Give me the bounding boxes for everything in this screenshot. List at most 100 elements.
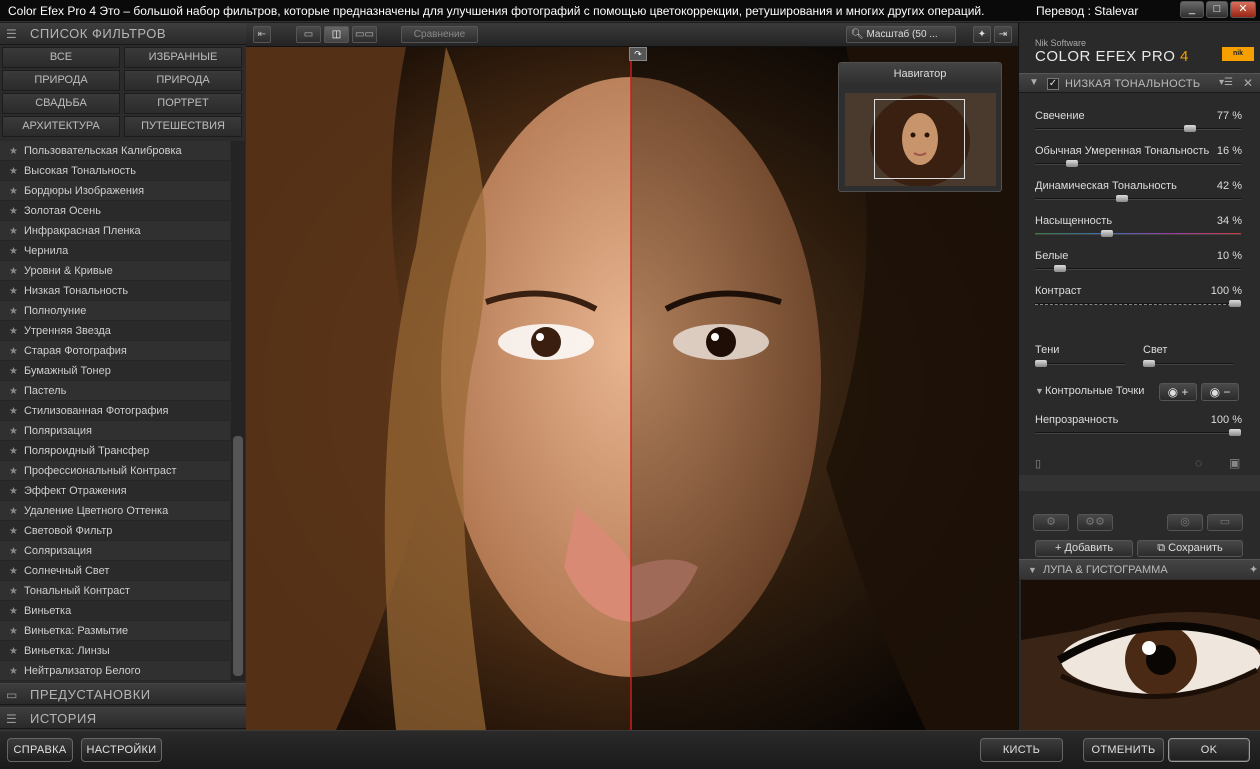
filter-item[interactable]: ★ Поляроидный Трансфер	[0, 441, 230, 461]
favorite-star-icon[interactable]: ★	[9, 366, 18, 377]
filter-item[interactable]: ★ Виньетка	[0, 601, 230, 621]
presets-header[interactable]: ▭ ПРЕДУСТАНОВКИ	[0, 683, 246, 705]
split-view-icon[interactable]: ◫	[324, 26, 349, 43]
favorite-star-icon[interactable]: ★	[9, 446, 18, 457]
save-preset-button[interactable]: ⧉ Сохранить	[1137, 540, 1243, 557]
slider-knob[interactable]	[1229, 300, 1241, 307]
slider-knob[interactable]	[1101, 230, 1113, 237]
favorite-star-icon[interactable]: ★	[9, 406, 18, 417]
mask-icon[interactable]: ▣	[1229, 456, 1240, 470]
favorite-star-icon[interactable]: ★	[9, 286, 18, 297]
control-points-collapse-icon[interactable]: ▼	[1035, 386, 1044, 396]
favorite-star-icon[interactable]: ★	[9, 386, 18, 397]
recipe-icon[interactable]: ◎	[1167, 514, 1203, 531]
collapse-icon[interactable]: ▼	[1029, 77, 1039, 88]
close-button[interactable]: ✕	[1230, 1, 1256, 18]
category-wedding[interactable]: СВАДЬБА	[2, 93, 120, 114]
settings-button[interactable]: НАСТРОЙКИ	[81, 738, 162, 762]
loupe-histogram-header[interactable]: ▼ ЛУПА & ГИСТОГРАММА ✦	[1019, 559, 1260, 579]
favorite-star-icon[interactable]: ★	[9, 586, 18, 597]
favorite-star-icon[interactable]: ★	[9, 626, 18, 637]
filter-item[interactable]: ★ Чернила	[0, 241, 230, 261]
filter-item[interactable]: ★ Солнечный Свет	[0, 561, 230, 581]
filter-list-header[interactable]: ☰ СПИСОК ФИЛЬТРОВ	[0, 23, 246, 45]
favorite-star-icon[interactable]: ★	[9, 266, 18, 277]
single-view-icon[interactable]: ▭	[296, 26, 321, 43]
filter-item[interactable]: ★ Золотая Осень	[0, 201, 230, 221]
slider-knob[interactable]	[1184, 125, 1196, 132]
slider-track[interactable]	[1035, 300, 1241, 307]
slider-track[interactable]	[1035, 125, 1241, 132]
slider-track[interactable]	[1035, 160, 1241, 167]
favorite-star-icon[interactable]: ★	[9, 326, 18, 337]
filter-item[interactable]: ★ Соляризация	[0, 541, 230, 561]
filter-item[interactable]: ★ Утренняя Звезда	[0, 321, 230, 341]
history-header[interactable]: ☰ ИСТОРИЯ	[0, 707, 246, 729]
ok-button[interactable]: OK	[1168, 738, 1250, 762]
stack-duplicate-icon[interactable]: ⚙⚙	[1077, 514, 1113, 531]
opacity-slider[interactable]	[1035, 429, 1241, 436]
slider-knob[interactable]	[1054, 265, 1066, 272]
favorite-star-icon[interactable]: ★	[9, 226, 18, 237]
filter-item[interactable]: ★ Низкая Тональность	[0, 281, 230, 301]
slider-knob[interactable]	[1116, 195, 1128, 202]
filter-item[interactable]: ★ Полнолуние	[0, 301, 230, 321]
filter-item[interactable]: ★ Виньетка: Размытие	[0, 621, 230, 641]
category-nature-2[interactable]: ПРИРОДА	[124, 70, 242, 91]
zoom-dropdown[interactable]: 🔍︎ Масштаб (50 ...	[846, 26, 956, 43]
add-filter-button[interactable]: + Добавить	[1035, 540, 1133, 557]
category-travel[interactable]: ПУТЕШЕСТВИЯ	[124, 116, 242, 137]
category-favorites[interactable]: ИЗБРАННЫЕ	[124, 47, 242, 68]
help-button[interactable]: СПРАВКА	[7, 738, 73, 762]
favorite-star-icon[interactable]: ★	[9, 166, 18, 177]
favorite-star-icon[interactable]: ★	[9, 506, 18, 517]
filter-item[interactable]: ★ Виньетка: Линзы	[0, 641, 230, 661]
filter-item[interactable]: ★ Бумажный Тонер	[0, 361, 230, 381]
add-control-point-icon[interactable]: ◉ +	[1159, 383, 1197, 401]
filter-list-scrollbar[interactable]	[231, 141, 245, 681]
slider-knob[interactable]	[1066, 160, 1078, 167]
favorite-star-icon[interactable]: ★	[9, 246, 18, 257]
favorite-star-icon[interactable]: ★	[9, 186, 18, 197]
slider-track[interactable]	[1035, 265, 1241, 272]
slider-track[interactable]	[1035, 195, 1241, 202]
opacity-knob[interactable]	[1229, 429, 1241, 436]
category-all[interactable]: ВСЕ	[2, 47, 120, 68]
minimize-button[interactable]: _	[1180, 1, 1204, 18]
favorite-star-icon[interactable]: ★	[9, 306, 18, 317]
filter-enable-checkbox[interactable]: ✓	[1047, 78, 1059, 90]
favorite-star-icon[interactable]: ★	[9, 606, 18, 617]
stack-icon[interactable]: ⚙	[1033, 514, 1069, 531]
hide-panel-icon[interactable]: ⇤	[253, 26, 271, 43]
cancel-button[interactable]: ОТМЕНИТЬ	[1083, 738, 1164, 762]
filter-item[interactable]: ★ Световой Фильтр	[0, 521, 230, 541]
light-knob[interactable]	[1143, 360, 1155, 367]
filter-item[interactable]: ★ Стилизованная Фотография	[0, 401, 230, 421]
light-slider[interactable]	[1143, 360, 1233, 367]
loupe-collapse-icon[interactable]: ▼	[1028, 560, 1037, 580]
selection-icon[interactable]: ◌	[1195, 456, 1202, 470]
split-rotate-icon[interactable]: ↷	[629, 47, 647, 61]
favorite-star-icon[interactable]: ★	[9, 546, 18, 557]
category-nature[interactable]: ПРИРОДА	[2, 70, 120, 91]
favorite-star-icon[interactable]: ★	[9, 146, 18, 157]
shadows-slider[interactable]	[1035, 360, 1125, 367]
slider-track[interactable]	[1035, 230, 1241, 237]
filter-item[interactable]: ★ Эффект Отражения	[0, 481, 230, 501]
delete-icon[interactable]: ▭	[1207, 514, 1243, 531]
navigator-view-rect[interactable]	[874, 99, 965, 179]
filter-close-icon[interactable]: ✕	[1243, 76, 1253, 90]
favorite-star-icon[interactable]: ★	[9, 526, 18, 537]
favorite-star-icon[interactable]: ★	[9, 666, 18, 677]
filter-item[interactable]: ★ Уровни & Кривые	[0, 261, 230, 281]
category-architecture[interactable]: АРХИТЕКТУРА	[2, 116, 120, 137]
category-portrait[interactable]: ПОРТРЕТ	[124, 93, 242, 114]
favorite-star-icon[interactable]: ★	[9, 426, 18, 437]
filter-item[interactable]: ★ Пастель	[0, 381, 230, 401]
loupe-pin-icon[interactable]: ✦	[1249, 560, 1258, 580]
maximize-button[interactable]: □	[1206, 1, 1228, 18]
filter-item[interactable]: ★ Тональный Контраст	[0, 581, 230, 601]
loupe-view[interactable]	[1021, 580, 1260, 730]
navigator-thumbnail[interactable]	[845, 93, 996, 186]
filter-item[interactable]: ★ Пользовательская Калибровка	[0, 141, 230, 161]
